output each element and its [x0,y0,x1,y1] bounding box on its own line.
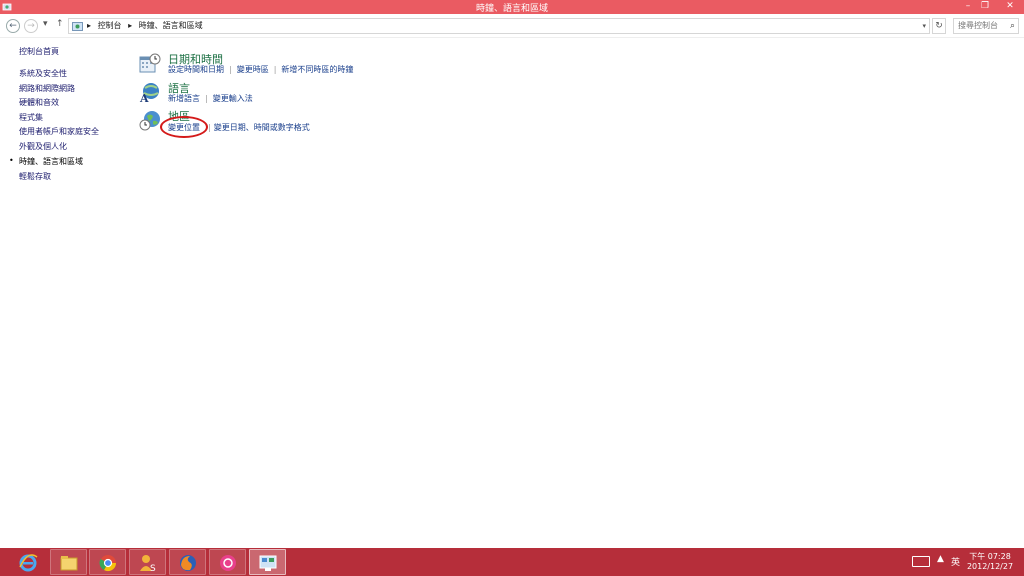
sidebar-item-appearance[interactable]: 外觀及個人化 [19,141,67,152]
show-hidden-icons-button[interactable]: ▲ [937,554,944,564]
window-title: 時鐘、語言和區域 [475,4,548,14]
breadcrumb-separator: ▸ [87,21,92,30]
sidebar-item-network[interactable]: 網路和網際網路 [19,83,75,94]
region-globe-icon[interactable] [139,110,161,132]
user-app-icon: S [140,555,156,573]
language-icon[interactable]: A [139,81,161,103]
red-highlight-circle [160,116,208,138]
clock-date: 2012/12/27 [966,562,1014,571]
clock-time: 下午 07:28 [969,552,1011,561]
link-set-time-date[interactable]: 設定時間和日期 [168,65,224,74]
link-change-formats[interactable]: 變更日期、時間或數字格式 [214,123,310,132]
chrome-icon [99,555,117,572]
date-time-icon[interactable] [139,52,161,74]
link-separator: | [273,65,277,74]
ie-icon [19,554,38,572]
control-panel-icon [72,22,83,31]
sidebar-item-hardware-sound[interactable]: 硬體和音效 [19,97,59,108]
taskbar-pink-app[interactable] [209,549,246,575]
taskbar-ie[interactable] [10,549,47,575]
title-bar: 時鐘、語言和區域 – ❐ ✕ [0,0,1024,14]
recent-locations-button[interactable]: ▾ [43,19,48,29]
touch-keyboard-icon[interactable] [912,556,930,567]
breadcrumb-separator: ▸ [128,21,133,30]
pink-app-icon [220,555,236,571]
navigation-bar: ← → ▾ ↑ ▸ 控制台 ▸ 時鐘、語言和區域 ▾ ↻ 搜尋控制台 ⌕ [0,14,1024,38]
sidebar-item-programs[interactable]: 程式集 [19,112,43,123]
file-explorer-icon [60,556,78,571]
taskbar: S ▲ 英 下午 07:28 2012/12/27 [0,548,1024,576]
input-method-indicator[interactable]: 英 [951,555,960,568]
sidebar-item-home[interactable]: 控制台首頁 [19,46,59,57]
forward-button[interactable]: → [24,19,38,33]
firefox-icon [180,555,196,571]
link-add-language[interactable]: 新增語言 [168,94,200,103]
link-change-time-zone[interactable]: 變更時區 [237,65,269,74]
sidebar-item-clock-language-region: 時鐘、語言和區域 [9,156,83,167]
close-button[interactable]: ✕ [996,0,1024,14]
taskbar-user-app[interactable]: S [129,549,166,575]
svg-text:S: S [150,564,156,573]
link-separator: | [208,123,211,132]
taskbar-chrome[interactable] [89,549,126,575]
category-links-language: 新增語言 | 變更輸入法 [168,93,253,104]
taskbar-file-explorer[interactable] [50,549,87,575]
svg-text:A: A [139,92,149,103]
search-placeholder: 搜尋控制台 [958,21,998,30]
link-separator: | [229,65,232,74]
breadcrumb-clock-language-region[interactable]: 時鐘、語言和區域 [139,21,203,30]
search-input[interactable]: 搜尋控制台 ⌕ [953,18,1019,34]
refresh-button[interactable]: ↻ [932,18,946,34]
back-button[interactable]: ← [6,19,20,33]
system-clock[interactable]: 下午 07:28 2012/12/27 [962,552,1018,572]
restore-button[interactable]: ❐ [974,0,996,14]
address-dropdown-button[interactable]: ▾ [922,19,926,33]
taskbar-control-panel[interactable] [249,549,286,575]
link-add-clocks[interactable]: 新增不同時區的時鐘 [281,65,353,74]
up-button[interactable]: ↑ [56,19,64,29]
category-links-date-time: 設定時間和日期 | 變更時區 | 新增不同時區的時鐘 [168,64,353,75]
link-separator: | [205,94,208,103]
control-panel-icon [259,555,277,571]
link-change-input-methods[interactable]: 變更輸入法 [213,94,253,103]
address-field[interactable]: ▸ 控制台 ▸ 時鐘、語言和區域 ▾ [68,18,930,34]
sidebar-item-ease-of-access[interactable]: 輕鬆存取 [19,171,51,182]
search-icon[interactable]: ⌕ [1010,19,1015,33]
taskbar-firefox[interactable] [169,549,206,575]
breadcrumb-control-panel[interactable]: 控制台 [98,21,122,30]
sidebar-item-user-accounts[interactable]: 使用者帳戶和家庭安全 [19,126,99,137]
sidebar-item-system-security[interactable]: 系統及安全性 [19,68,67,79]
